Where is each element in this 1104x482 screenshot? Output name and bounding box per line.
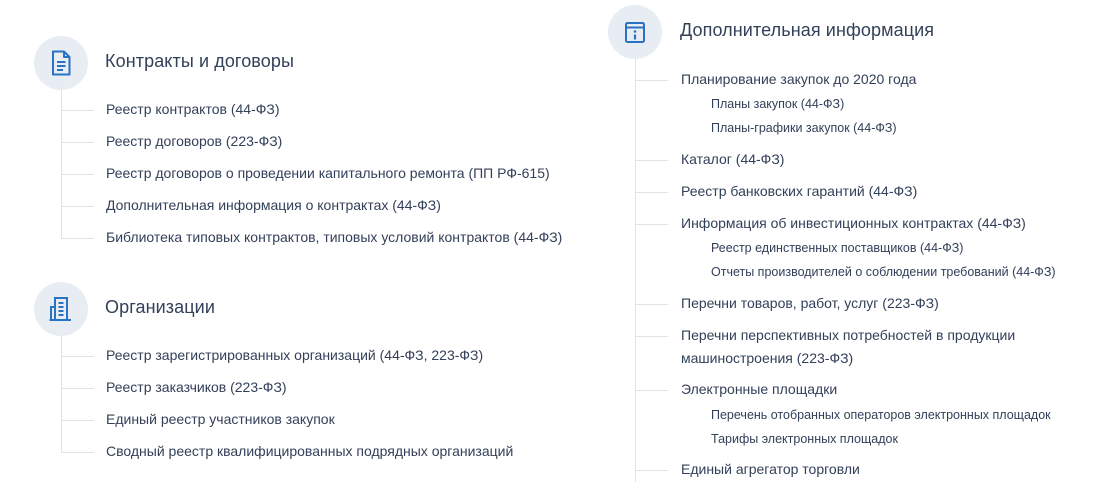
organizations-item-4[interactable]: Сводный реестр квалифицированных подрядн… bbox=[61, 440, 513, 463]
contracts-icon-circle bbox=[34, 36, 88, 90]
additional-item-aggregator[interactable]: Единый агрегатор торговли bbox=[635, 458, 860, 481]
contracts-item-4[interactable]: Дополнительная информация о контрактах (… bbox=[61, 194, 441, 217]
additional-subitem-schedules[interactable]: Планы-графики закупок (44-ФЗ) bbox=[711, 119, 897, 137]
document-icon bbox=[52, 50, 71, 76]
contracts-item-1[interactable]: Реестр контрактов (44-ФЗ) bbox=[61, 98, 279, 121]
contracts-item-5[interactable]: Библиотека типовых контрактов, типовых у… bbox=[61, 226, 562, 249]
additional-icon-circle bbox=[608, 5, 662, 59]
organizations-icon-circle bbox=[34, 282, 88, 336]
additional-item-catalog[interactable]: Каталог (44-ФЗ) bbox=[635, 148, 784, 171]
additional-item-planning[interactable]: Планирование закупок до 2020 года bbox=[635, 68, 916, 91]
additional-item-goods-lists[interactable]: Перечни товаров, работ, услуг (223-ФЗ) bbox=[635, 292, 939, 315]
organizations-item-2[interactable]: Реестр заказчиков (223-ФЗ) bbox=[61, 376, 287, 399]
additional-item-investment[interactable]: Информация об инвестиционных контрактах … bbox=[635, 212, 1026, 235]
organizations-title: Организации bbox=[105, 297, 215, 317]
additional-title: Дополнительная информация bbox=[680, 20, 935, 40]
info-icon bbox=[625, 22, 645, 43]
contracts-item-3[interactable]: Реестр договоров о проведении капитально… bbox=[61, 162, 550, 185]
contracts-tree-line bbox=[61, 90, 62, 239]
additional-subitem-operators[interactable]: Перечень отобранных операторов электронн… bbox=[711, 406, 1051, 424]
organizations-item-3[interactable]: Единый реестр участников закупок bbox=[61, 408, 335, 431]
building-icon bbox=[49, 297, 71, 321]
additional-item-bank-guarantees[interactable]: Реестр банковских гарантий (44-ФЗ) bbox=[635, 180, 917, 203]
additional-subitem-sole-suppliers[interactable]: Реестр единственных поставщиков (44-ФЗ) bbox=[711, 239, 963, 257]
organizations-item-1[interactable]: Реестр зарегистрированных организаций (4… bbox=[61, 344, 483, 367]
page: { "contracts": { "title": "Контракты и д… bbox=[0, 0, 1104, 482]
additional-item-prospective-needs[interactable]: Перечни перспективных потребностей в про… bbox=[635, 324, 1015, 370]
additional-subitem-plans[interactable]: Планы закупок (44-ФЗ) bbox=[711, 95, 844, 113]
additional-subitem-tariffs[interactable]: Тарифы электронных площадок bbox=[711, 430, 898, 448]
additional-subitem-producer-reports[interactable]: Отчеты производителей о соблюдении требо… bbox=[711, 263, 1056, 281]
additional-tree-line bbox=[635, 59, 636, 482]
organizations-tree-line bbox=[61, 336, 62, 453]
contracts-title: Контракты и договоры bbox=[105, 51, 295, 71]
contracts-item-2[interactable]: Реестр договоров (223-ФЗ) bbox=[61, 130, 282, 153]
additional-item-e-platforms[interactable]: Электронные площадки bbox=[635, 378, 837, 401]
